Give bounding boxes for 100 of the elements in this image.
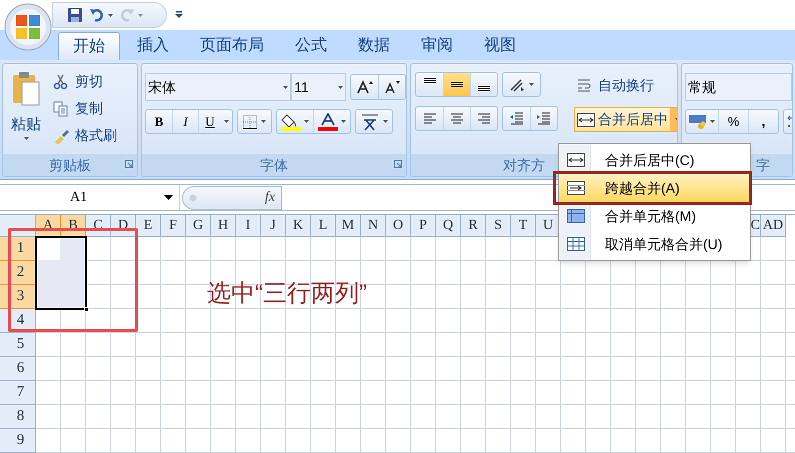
column-header[interactable]: R xyxy=(461,215,486,237)
column-header[interactable]: I xyxy=(236,215,261,237)
column-header[interactable]: N xyxy=(361,215,386,237)
undo-icon[interactable] xyxy=(89,7,105,23)
ribbon-tab[interactable]: 审阅 xyxy=(407,32,467,60)
percent-button[interactable]: % xyxy=(718,110,748,133)
phonetic-icon xyxy=(360,112,380,132)
merge-cells-icon xyxy=(567,209,585,223)
column-header[interactable]: T xyxy=(511,215,536,237)
copy-button[interactable]: 复制 xyxy=(53,97,117,120)
column-header[interactable]: Q xyxy=(436,215,461,237)
grid-icon xyxy=(567,237,585,251)
increase-indent-icon[interactable] xyxy=(537,112,551,125)
column-header[interactable]: K xyxy=(286,215,311,237)
shrink-font-icon[interactable] xyxy=(384,80,400,94)
ribbon-tab[interactable]: 视图 xyxy=(470,32,530,60)
align-lines-icon xyxy=(478,86,490,91)
slider-knob-icon[interactable] xyxy=(189,194,197,202)
column-header[interactable]: L xyxy=(311,215,336,237)
align-lines-icon xyxy=(424,78,436,83)
menu-item[interactable]: 取消单元格合并(U) xyxy=(559,230,750,258)
active-cell[interactable] xyxy=(37,238,60,260)
column-header[interactable]: F xyxy=(161,215,186,237)
dialog-launcher-icon[interactable] xyxy=(394,160,402,168)
caret-icon xyxy=(341,120,346,123)
caret-icon xyxy=(283,86,288,88)
clipboard-icon xyxy=(12,72,40,106)
merge-across-icon xyxy=(567,181,585,195)
name-box[interactable]: A1 xyxy=(0,185,180,210)
annotation-text: 选中“三行两列” xyxy=(207,279,367,309)
cut-button[interactable]: 剪切 xyxy=(53,70,117,93)
caret-icon xyxy=(138,14,143,16)
ribbon-tab[interactable]: 开始 xyxy=(58,32,120,60)
align-center-icon[interactable] xyxy=(450,112,464,125)
row-header[interactable]: 6 xyxy=(0,357,36,381)
wrap-text-icon xyxy=(577,78,593,92)
angled-text-icon xyxy=(509,78,525,92)
brush-icon xyxy=(53,128,69,144)
row-header[interactable]: 9 xyxy=(0,429,36,453)
font-size-field[interactable]: 11 xyxy=(291,73,346,101)
decrease-indent-icon[interactable] xyxy=(510,112,524,125)
selected-range[interactable] xyxy=(35,236,87,310)
cell-grid[interactable] xyxy=(36,237,795,453)
caret-icon xyxy=(108,14,113,16)
column-header[interactable]: S xyxy=(486,215,511,237)
caret-icon xyxy=(304,120,309,123)
wrap-text-button[interactable]: 自动换行 xyxy=(574,72,677,98)
caret-icon xyxy=(224,120,229,123)
office-button[interactable] xyxy=(3,3,53,51)
column-header[interactable]: M xyxy=(336,215,361,237)
paint-bucket-icon xyxy=(281,112,301,130)
merge-center-icon xyxy=(567,153,585,167)
bold-button[interactable]: B xyxy=(146,110,172,133)
ribbon-tab[interactable]: 页面布局 xyxy=(186,32,278,60)
column-header[interactable]: AD xyxy=(761,215,786,237)
ribbon-tab[interactable]: 插入 xyxy=(123,32,183,60)
comma-button[interactable]: , xyxy=(748,110,778,133)
align-left-icon[interactable] xyxy=(422,112,436,125)
font-color-icon xyxy=(318,112,338,130)
dialog-launcher-icon[interactable] xyxy=(125,160,133,168)
align-lines-icon xyxy=(451,82,463,87)
customize-toolbar-icon[interactable] xyxy=(175,11,183,19)
ribbon-tab[interactable]: 数据 xyxy=(344,32,404,60)
save-icon[interactable] xyxy=(67,7,83,23)
column-header[interactable]: G xyxy=(186,215,211,237)
merge-center-label[interactable]: 合并后居中 xyxy=(598,109,668,130)
merge-cells-icon xyxy=(577,112,595,126)
number-format-field[interactable]: 常规 xyxy=(685,73,792,101)
group-label: 字体 xyxy=(142,154,406,176)
fill-handle[interactable] xyxy=(84,307,89,312)
caret-icon xyxy=(338,86,343,88)
row-header[interactable]: 8 xyxy=(0,405,36,429)
column-header[interactable]: P xyxy=(411,215,436,237)
copy-icon xyxy=(53,100,69,116)
column-header[interactable]: E xyxy=(136,215,161,237)
format-painter-button[interactable]: 格式刷 xyxy=(53,124,117,147)
column-header[interactable]: O xyxy=(386,215,411,237)
caret-icon xyxy=(529,83,534,86)
insert-function-button[interactable]: fx xyxy=(264,187,275,208)
paste-button[interactable]: 粘贴 xyxy=(3,64,49,154)
underline-button[interactable]: U xyxy=(199,110,221,133)
column-header[interactable]: H xyxy=(211,215,236,237)
row-header[interactable]: 7 xyxy=(0,381,36,405)
middle-align-button[interactable] xyxy=(443,73,470,96)
caret-icon xyxy=(383,120,388,123)
caret-icon xyxy=(710,120,715,123)
align-right-icon[interactable] xyxy=(477,112,491,125)
ribbon-tab[interactable]: 公式 xyxy=(281,32,341,60)
dropdown-arrow-icon xyxy=(164,195,173,200)
italic-button[interactable]: I xyxy=(172,110,198,133)
row-header[interactable]: 5 xyxy=(0,333,36,357)
font-name-field[interactable]: 宋体 xyxy=(145,73,292,101)
borders-icon xyxy=(243,114,257,128)
menu-item[interactable]: 合并单元格(M) xyxy=(559,202,750,230)
split-button[interactable]: 合并后居中 xyxy=(574,107,677,132)
money-icon xyxy=(689,114,707,130)
grow-font-icon[interactable] xyxy=(356,80,372,94)
column-header[interactable]: J xyxy=(261,215,286,237)
caret-icon xyxy=(24,136,28,140)
caret-icon xyxy=(261,120,266,123)
